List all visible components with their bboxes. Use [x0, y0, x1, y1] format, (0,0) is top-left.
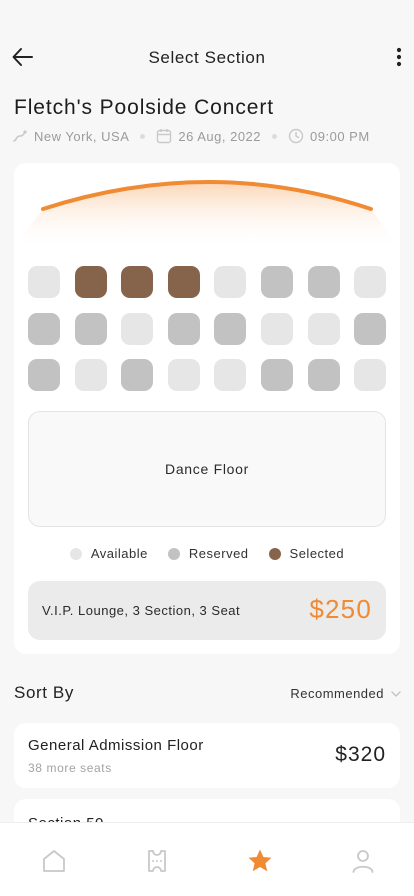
sort-dropdown[interactable]: Recommended [290, 686, 402, 701]
seat-available[interactable] [354, 266, 387, 298]
location-icon [13, 130, 27, 142]
seat-reserved[interactable] [74, 312, 107, 345]
seat-available[interactable] [307, 312, 340, 345]
seat-reserved[interactable] [214, 312, 247, 345]
selection-price: $250 [309, 594, 372, 624]
seat-available[interactable] [214, 266, 247, 298]
nav-favorites[interactable] [246, 847, 274, 875]
available-dot [69, 547, 82, 560]
legend-reserved-label: Reserved [188, 546, 249, 561]
location-text: New York, USA [34, 128, 130, 144]
seat-reserved[interactable] [354, 312, 387, 345]
seat-map-card: Dance Floor Available Reserved Selected … [14, 163, 400, 654]
ticket-price: $320 [335, 743, 386, 766]
legend-reserved: Reserved [167, 546, 249, 561]
nav-home[interactable] [40, 847, 68, 875]
legend-available-label: Available [90, 546, 148, 561]
event-date: 26 Aug, 2022 [156, 128, 261, 144]
stage-arc [14, 180, 400, 249]
more-options-button[interactable] [394, 44, 404, 70]
seat-available[interactable] [354, 359, 387, 391]
seat-reserved[interactable] [307, 359, 340, 391]
ticket-availability: 38 more seats [28, 761, 112, 775]
seat-legend: Available Reserved Selected [14, 546, 400, 561]
event-location: New York, USA [12, 128, 129, 144]
date-text: 26 Aug, 2022 [178, 128, 262, 144]
page-title: Select Section [148, 48, 266, 67]
seat-reserved[interactable] [28, 312, 60, 345]
selected-dot [268, 547, 281, 560]
event-title: Fletch's Poolside Concert [14, 96, 274, 119]
meta-separator [272, 133, 278, 139]
top-bar: Select Section [0, 38, 414, 78]
seat-selected[interactable] [74, 266, 107, 298]
dance-floor: Dance Floor [28, 411, 386, 527]
profile-icon [352, 850, 374, 873]
seat-selected[interactable] [167, 266, 200, 298]
meta-separator [140, 133, 146, 139]
seat-available[interactable] [167, 359, 200, 391]
legend-available: Available [69, 546, 148, 561]
dance-floor-label: Dance Floor [165, 461, 249, 477]
more-vertical-icon [396, 47, 402, 67]
seat-reserved[interactable] [260, 359, 293, 391]
star-icon [248, 849, 272, 872]
sort-by-label: Sort By [14, 683, 74, 702]
seat-reserved[interactable] [260, 266, 293, 298]
time-text: 09:00 PM [310, 128, 370, 144]
legend-selected-label: Selected [289, 546, 345, 561]
event-meta: New York, USA 26 Aug, 2022 09:00 PM [12, 127, 370, 145]
event-time: 09:00 PM [288, 128, 370, 144]
ticket-name: General Admission Floor [28, 737, 204, 754]
sort-selected-value: Recommended [290, 686, 384, 701]
seat-available[interactable] [28, 266, 60, 298]
seat-reserved[interactable] [121, 359, 154, 391]
legend-selected: Selected [268, 546, 345, 561]
clock-icon [288, 128, 304, 144]
reserved-dot [167, 547, 180, 560]
seat-selected[interactable] [121, 266, 154, 298]
seat-available[interactable] [214, 359, 247, 391]
chevron-down-icon [391, 690, 401, 697]
seat-available[interactable] [260, 312, 293, 345]
ticket-icon [148, 850, 166, 872]
seat-reserved[interactable] [28, 359, 60, 391]
selection-summary-text: V.I.P. Lounge, 3 Section, 3 Seat [42, 603, 241, 618]
seat-reserved[interactable] [167, 312, 200, 345]
selection-summary[interactable]: V.I.P. Lounge, 3 Section, 3 Seat $250 [28, 581, 386, 640]
nav-profile[interactable] [349, 847, 377, 875]
seat-available[interactable] [74, 359, 107, 391]
seat-grid [28, 266, 387, 391]
seat-reserved[interactable] [307, 266, 340, 298]
seat-available[interactable] [121, 312, 154, 345]
ticket-option[interactable]: General Admission Floor 38 more seats $3… [14, 723, 400, 788]
bottom-navigation [0, 822, 414, 896]
home-icon [43, 850, 65, 872]
nav-tickets[interactable] [143, 847, 171, 875]
calendar-icon [157, 129, 172, 144]
